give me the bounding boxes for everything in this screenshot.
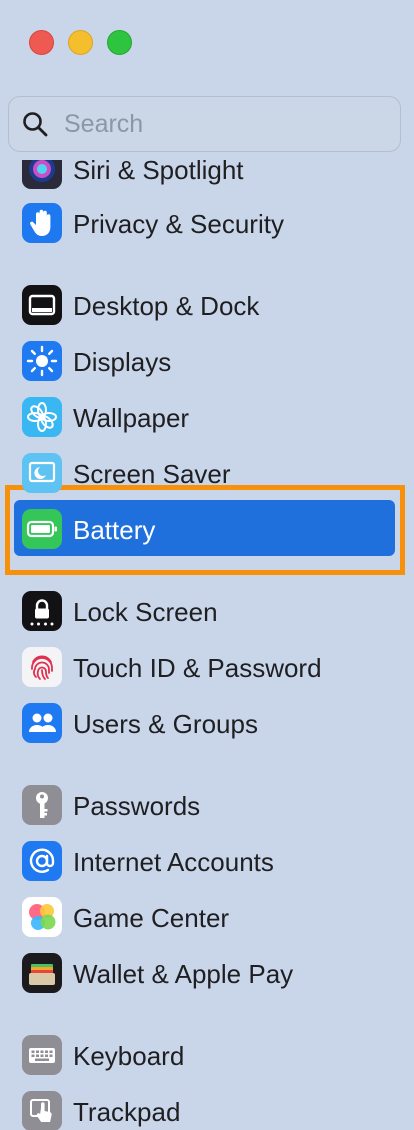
sidebar-item-lock-screen[interactable]: Lock Screen xyxy=(0,586,414,638)
sidebar-item-wallet[interactable]: Wallet & Apple Pay xyxy=(0,948,414,1000)
sidebar-item-screen-saver[interactable]: Screen Saver xyxy=(0,448,414,500)
users-icon xyxy=(22,703,62,743)
sidebar-item-privacy-security[interactable]: Privacy & Security xyxy=(0,198,414,250)
lock-icon xyxy=(22,591,62,631)
sidebar-item-keyboard[interactable]: Keyboard xyxy=(0,1030,414,1082)
wallet-icon xyxy=(22,953,62,993)
close-button[interactable] xyxy=(29,30,54,55)
screen-saver-icon xyxy=(22,453,62,493)
sidebar-item-label: Internet Accounts xyxy=(73,847,274,877)
keyboard-icon xyxy=(22,1035,62,1075)
fingerprint-icon xyxy=(22,647,62,687)
sidebar-item-label: Users & Groups xyxy=(73,709,258,739)
sidebar-item-label: Touch ID & Password xyxy=(73,653,322,683)
sidebar-item-displays[interactable]: Displays xyxy=(0,336,414,388)
key-icon xyxy=(22,785,62,825)
minimize-button[interactable] xyxy=(68,30,93,55)
sidebar-item-wallpaper[interactable]: Wallpaper xyxy=(0,392,414,444)
sidebar-item-label: Desktop & Dock xyxy=(73,291,260,321)
sidebar-item-users-groups[interactable]: Users & Groups xyxy=(0,698,414,750)
sidebar-item-label: Displays xyxy=(73,347,172,377)
hand-icon xyxy=(22,203,62,243)
sidebar-item-trackpad[interactable]: Trackpad xyxy=(0,1086,414,1130)
search-field[interactable] xyxy=(8,96,401,152)
sidebar-item-label: Siri & Spotlight xyxy=(73,160,244,185)
sidebar-item-label: Screen Saver xyxy=(73,459,231,489)
game-center-icon xyxy=(22,897,62,937)
sidebar-item-label: Trackpad xyxy=(73,1097,181,1127)
sidebar-item-battery[interactable]: Battery xyxy=(0,504,414,556)
search-icon xyxy=(23,112,48,137)
sidebar-item-internet-accounts[interactable]: Internet Accounts xyxy=(0,836,414,888)
sidebar-list: Siri & Spotlight Privacy & Security Desk… xyxy=(0,160,414,1130)
zoom-button[interactable] xyxy=(107,30,132,55)
sun-icon xyxy=(22,341,62,381)
sidebar-item-label: Wallet & Apple Pay xyxy=(73,959,294,989)
sidebar-item-label: Lock Screen xyxy=(73,597,218,627)
search-input[interactable] xyxy=(62,108,366,140)
sidebar-item-touch-id[interactable]: Touch ID & Password xyxy=(0,642,414,694)
siri-icon xyxy=(22,160,62,189)
window-controls xyxy=(29,30,132,55)
sidebar-item-label: Passwords xyxy=(73,791,201,821)
sidebar-item-label: Keyboard xyxy=(73,1041,185,1071)
trackpad-icon xyxy=(22,1091,62,1130)
sidebar-item-label: Game Center xyxy=(73,903,230,933)
sidebar-item-siri-spotlight[interactable]: Siri & Spotlight xyxy=(0,160,414,196)
dock-icon xyxy=(22,285,62,325)
at-icon xyxy=(22,841,62,881)
sidebar-item-desktop-dock[interactable]: Desktop & Dock xyxy=(0,280,414,332)
sidebar-item-game-center[interactable]: Game Center xyxy=(0,892,414,944)
sidebar-item-passwords[interactable]: Passwords xyxy=(0,780,414,832)
sidebar-item-label: Wallpaper xyxy=(73,403,190,433)
battery-icon xyxy=(22,509,62,549)
sidebar-item-label: Battery xyxy=(73,515,156,545)
flower-icon xyxy=(22,397,62,437)
sidebar-item-label: Privacy & Security xyxy=(73,209,284,239)
